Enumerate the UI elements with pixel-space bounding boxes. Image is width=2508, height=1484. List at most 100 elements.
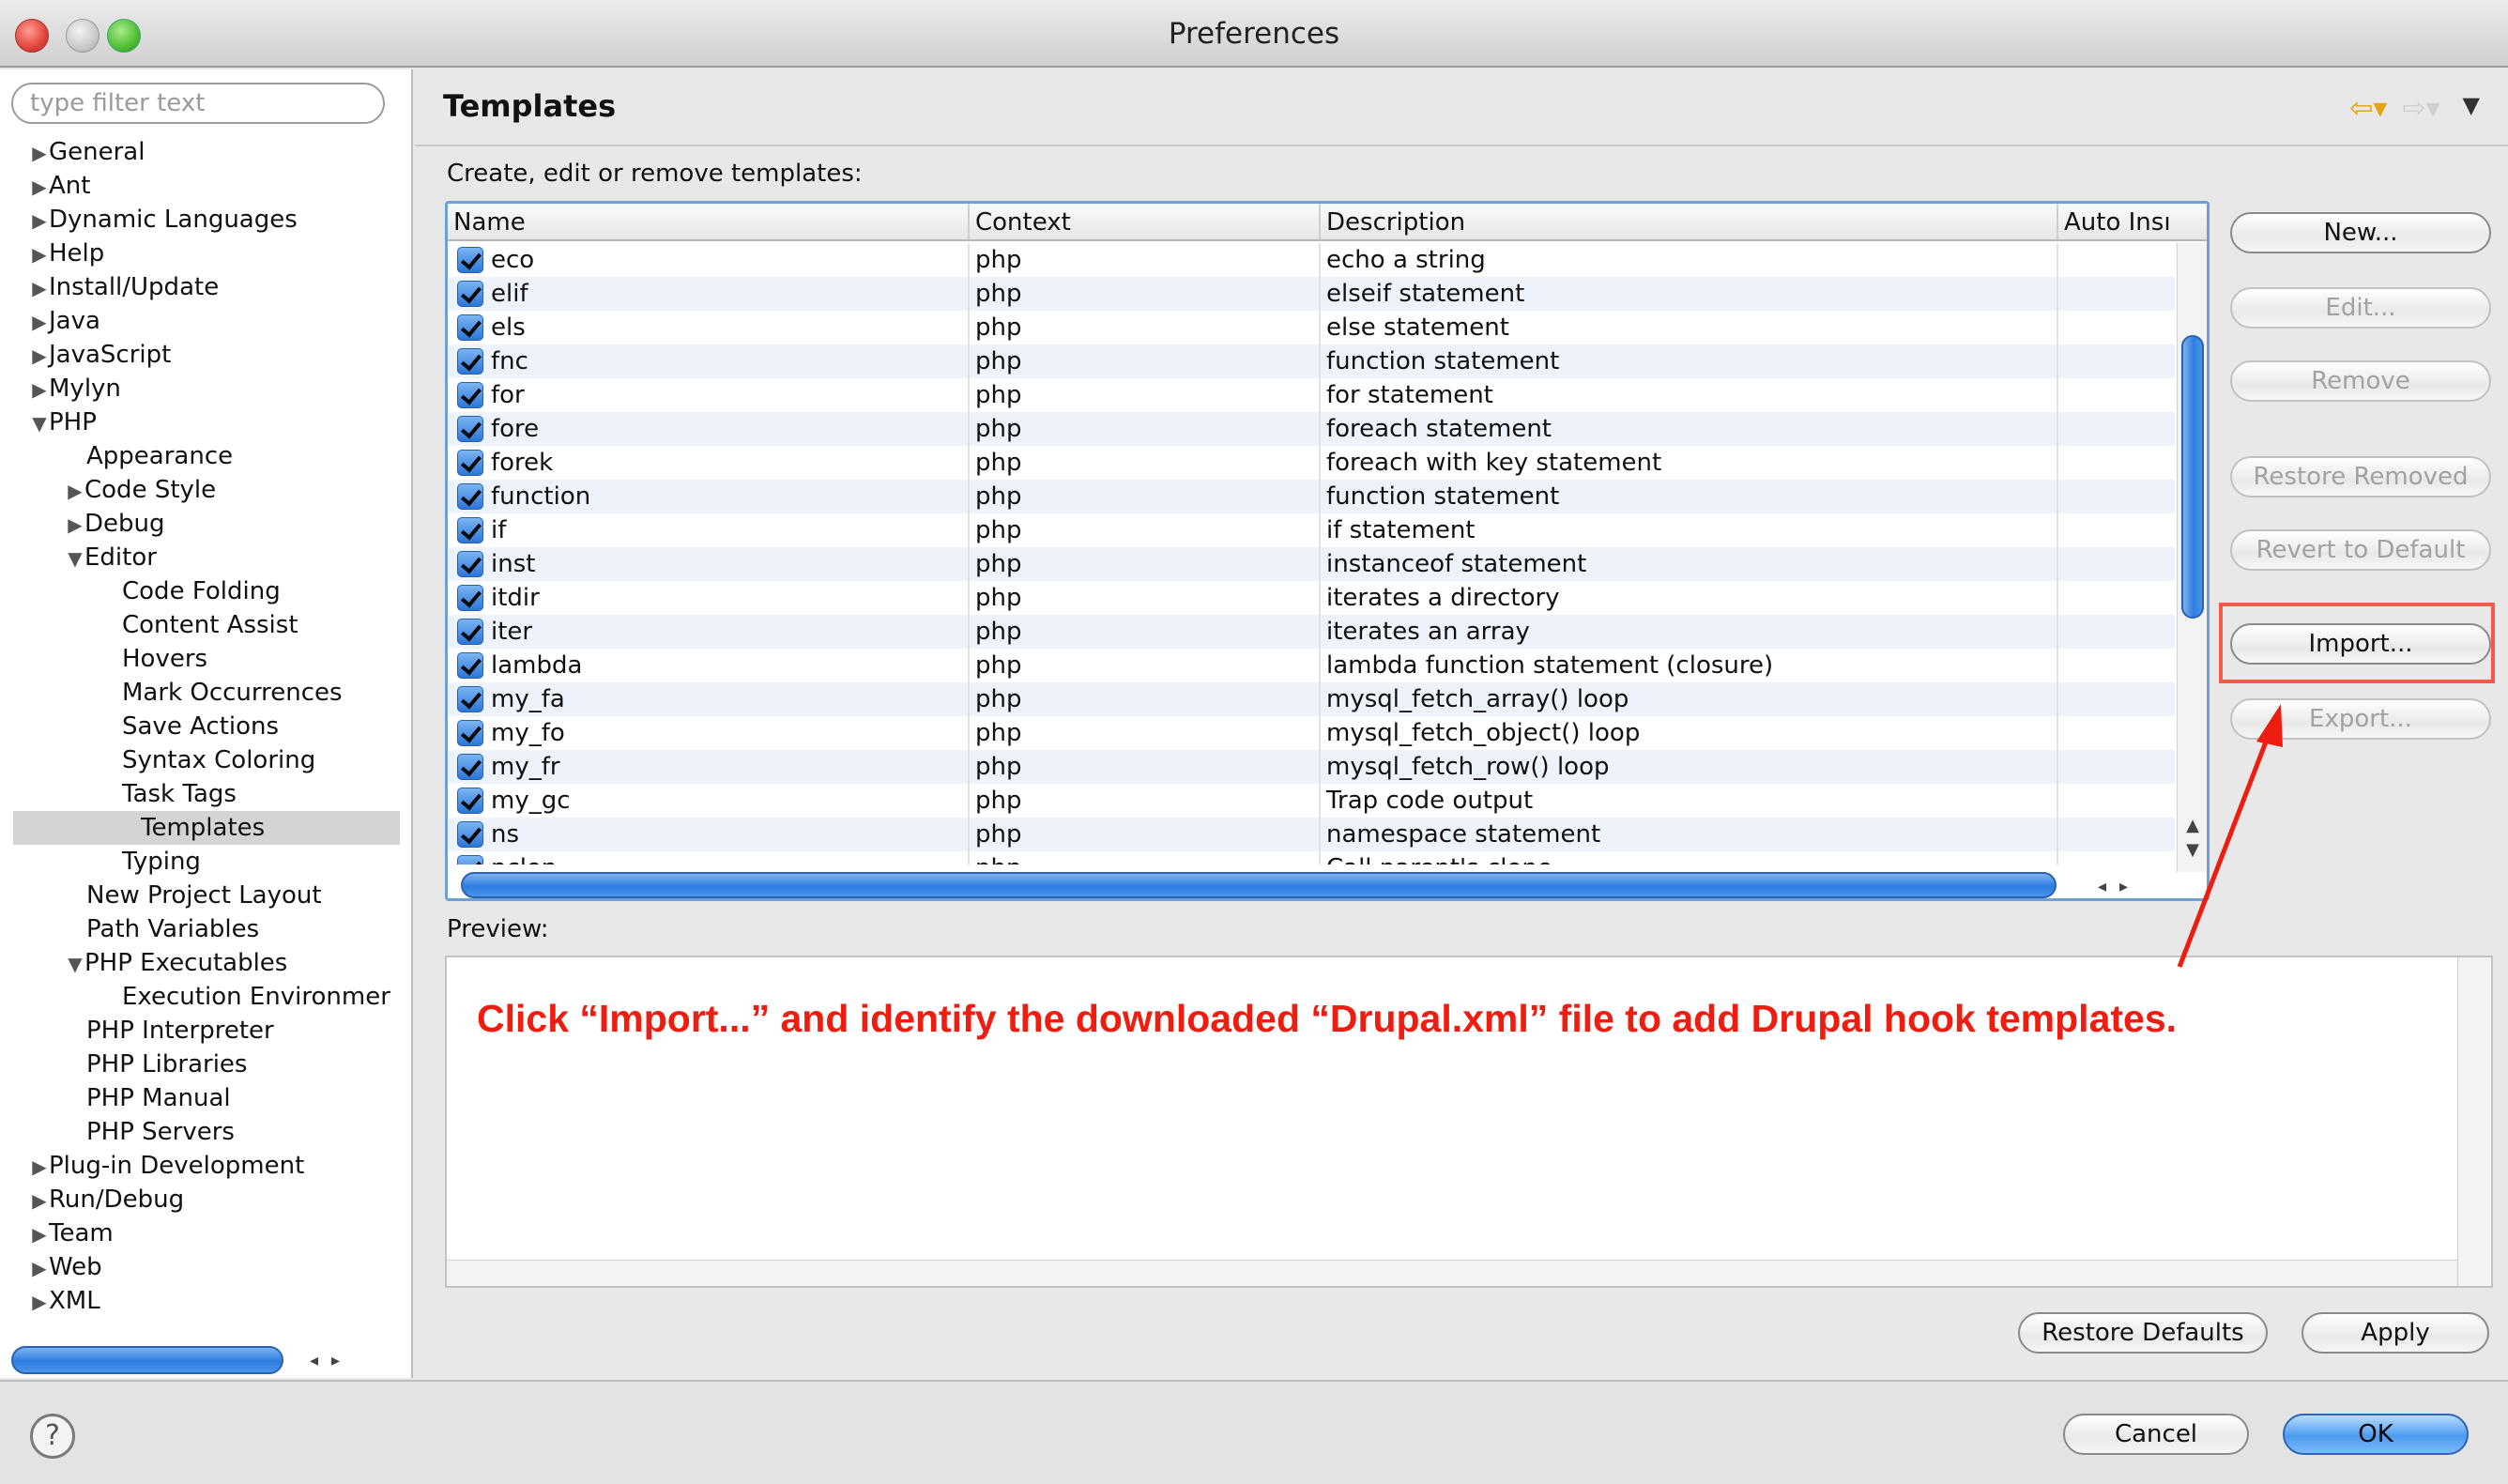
tree-item-task-tags[interactable]: Task Tags [0,777,413,811]
tree-item-hovers[interactable]: Hovers [0,642,413,676]
tree-item-appearance[interactable]: Appearance [0,439,413,473]
new-button[interactable]: New... [2230,212,2491,253]
table-scroll-arrows[interactable]: ▲ ▼ [2178,814,2207,863]
template-name-cell[interactable]: fore [448,412,968,446]
tree-item-install-update[interactable]: ▶Install/Update [0,270,413,304]
table-row[interactable]: for php for statement [448,378,2175,412]
table-row[interactable]: iter php iterates an array [448,615,2175,649]
disclosure-collapsed-icon[interactable]: ▶ [30,1251,49,1284]
tree-item-php[interactable]: ▼PHP [0,405,413,439]
table-row[interactable]: ns php namespace statement [448,818,2175,851]
tree-item-php-libraries[interactable]: PHP Libraries [0,1048,413,1081]
table-row[interactable]: pclon phpCall parent's clone [448,851,2175,864]
template-name-cell[interactable]: inst [448,547,968,581]
enabled-checkbox[interactable] [457,821,483,848]
apply-button[interactable]: Apply [2302,1312,2489,1354]
table-row[interactable]: fore php foreach statement [448,412,2175,446]
table-row[interactable]: forek php foreach with key statement [448,446,2175,480]
tree-item-code-style[interactable]: ▶Code Style [0,473,413,507]
import-button[interactable]: Import... [2230,623,2491,665]
revert-to-default-button[interactable]: Revert to Default [2230,529,2491,571]
template-name-cell[interactable]: if [448,513,968,547]
table-horizontal-arrows[interactable]: ◂ ▸ [2098,872,2128,898]
template-name-cell[interactable]: forek [448,446,968,480]
template-name-cell[interactable]: itdir [448,581,968,615]
disclosure-collapsed-icon[interactable]: ▶ [30,339,49,372]
table-row[interactable]: inst php instanceof statement [448,547,2175,581]
tree-item-path-variables[interactable]: Path Variables [0,912,413,946]
column-header-auto-insert[interactable]: Auto Insı [2057,204,2175,239]
tree-item-xml[interactable]: ▶XML [0,1284,413,1318]
disclosure-collapsed-icon[interactable]: ▶ [30,271,49,304]
tree-item-ant[interactable]: ▶Ant [0,169,413,203]
tree-item-editor[interactable]: ▼Editor [0,541,413,574]
template-name-cell[interactable]: ns [448,818,968,851]
enabled-checkbox[interactable] [457,551,483,577]
tree-item-dynamic-languages[interactable]: ▶Dynamic Languages [0,203,413,237]
tree-item-php-manual[interactable]: PHP Manual [0,1081,413,1115]
scroll-down-icon[interactable]: ▼ [2178,838,2207,863]
tree-item-run-debug[interactable]: ▶Run/Debug [0,1183,413,1216]
help-icon[interactable]: ? [30,1414,75,1459]
table-row[interactable]: elif php elseif statement [448,277,2175,311]
enabled-checkbox[interactable] [457,416,483,442]
tree-item-typing[interactable]: Typing [0,845,413,879]
enabled-checkbox[interactable] [457,483,483,510]
table-horizontal-scrollbar[interactable] [461,872,2057,898]
table-row[interactable]: if php if statement [448,513,2175,547]
disclosure-expanded-icon[interactable]: ▼ [30,406,49,439]
disclosure-collapsed-icon[interactable]: ▶ [30,170,49,203]
column-header-description[interactable]: Description [1319,204,2057,239]
tree-item-php-interpreter[interactable]: PHP Interpreter [0,1014,413,1048]
cancel-button[interactable]: Cancel [2063,1414,2249,1455]
tree-item-debug[interactable]: ▶Debug [0,507,413,541]
template-name-cell[interactable]: iter [448,615,968,649]
view-menu-icon[interactable]: ▼ [2463,92,2480,125]
remove-button[interactable]: Remove [2230,360,2491,402]
disclosure-collapsed-icon[interactable]: ▶ [30,1217,49,1250]
table-row[interactable]: function php function statement [448,480,2175,513]
tree-item-php-executables[interactable]: ▼PHP Executables [0,946,413,980]
enabled-checkbox[interactable] [457,788,483,814]
restore-defaults-button[interactable]: Restore Defaults [2018,1312,2268,1354]
restore-removed-button[interactable]: Restore Removed [2230,456,2491,497]
ok-button[interactable]: OK [2283,1414,2469,1455]
disclosure-expanded-icon[interactable]: ▼ [66,947,84,980]
tree-item-code-folding[interactable]: Code Folding [0,574,413,608]
disclosure-collapsed-icon[interactable]: ▶ [30,204,49,237]
enabled-checkbox[interactable] [457,754,483,780]
disclosure-collapsed-icon[interactable]: ▶ [30,237,49,270]
tree-item-new-project-layout[interactable]: New Project Layout [0,879,413,912]
template-name-cell[interactable]: els [448,311,968,344]
enabled-checkbox[interactable] [457,382,483,408]
template-name-cell[interactable]: my_fr [448,750,968,784]
tree-item-php-servers[interactable]: PHP Servers [0,1115,413,1149]
tree-item-web[interactable]: ▶Web [0,1250,413,1284]
enabled-checkbox[interactable] [457,720,483,746]
disclosure-collapsed-icon[interactable]: ▶ [30,1184,49,1216]
scroll-left-icon[interactable]: ◂ [2098,877,2106,896]
tree-item-mylyn[interactable]: ▶Mylyn [0,372,413,405]
template-name-cell[interactable]: function [448,480,968,513]
tree-item-save-actions[interactable]: Save Actions [0,710,413,743]
table-vertical-scrollbar[interactable]: ▲ ▼ [2177,243,2207,872]
enabled-checkbox[interactable] [457,348,483,375]
tree-item-mark-occurrences[interactable]: Mark Occurrences [0,676,413,710]
disclosure-collapsed-icon[interactable]: ▶ [30,305,49,338]
table-row[interactable]: my_fo php mysql_fetch_object() loop [448,716,2175,750]
template-name-cell[interactable]: pclon [448,851,968,864]
table-vertical-scroll-thumb[interactable] [2181,335,2204,619]
table-row[interactable]: itdir php iterates a directory [448,581,2175,615]
enabled-checkbox[interactable] [457,517,483,543]
export-button[interactable]: Export... [2230,698,2491,740]
table-row[interactable]: lambda php lambda function statement (clos… [448,649,2175,682]
tree-item-execution-environmer[interactable]: Execution Environmer [0,980,413,1014]
template-name-cell[interactable]: elif [448,277,968,311]
enabled-checkbox[interactable] [457,686,483,712]
enabled-checkbox[interactable] [457,314,483,341]
enabled-checkbox[interactable] [457,450,483,476]
enabled-checkbox[interactable] [457,652,483,679]
template-name-cell[interactable]: for [448,378,968,412]
template-name-cell[interactable]: my_fo [448,716,968,750]
enabled-checkbox[interactable] [457,619,483,645]
